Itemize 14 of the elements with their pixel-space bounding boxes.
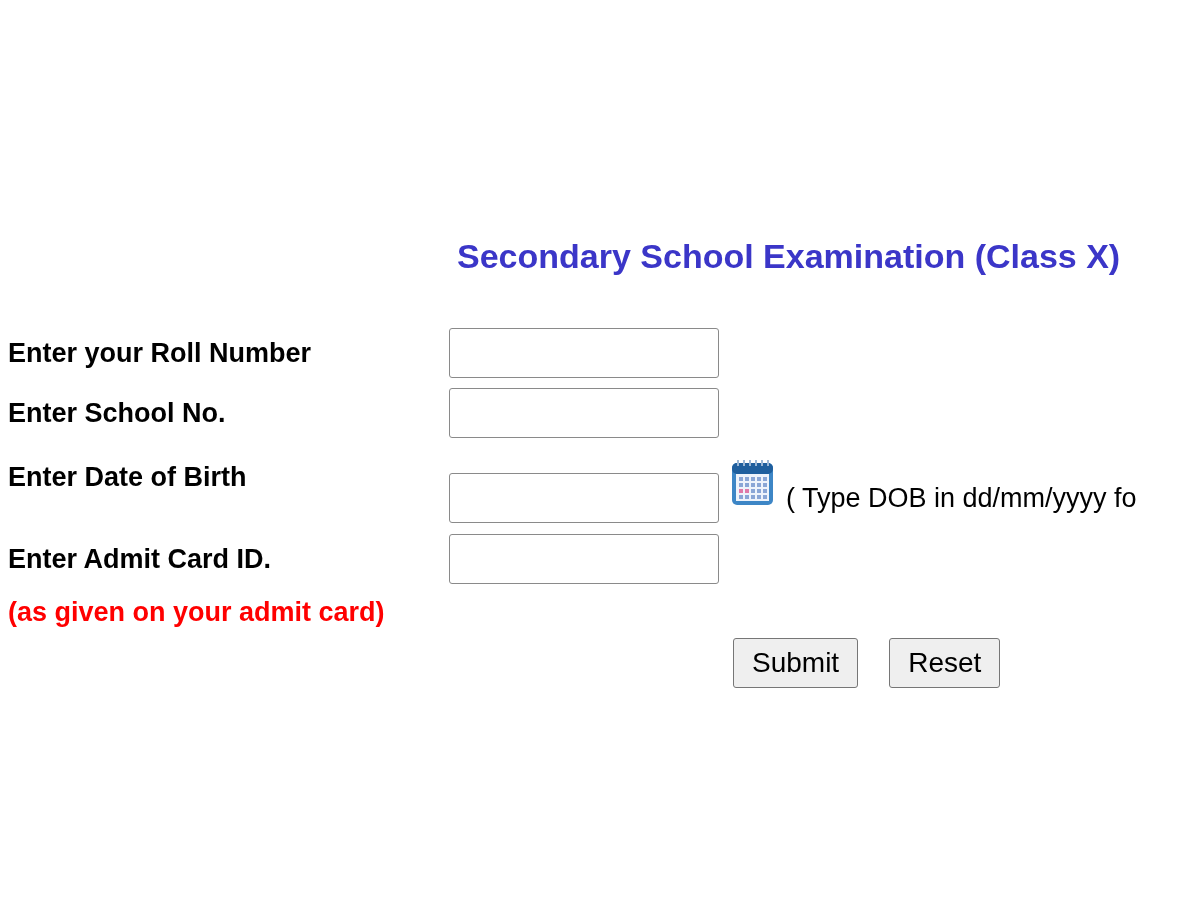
calendar-icon[interactable] xyxy=(731,460,774,506)
reset-button[interactable]: Reset xyxy=(889,638,1001,688)
field-label: Enter School No. xyxy=(8,398,226,428)
date-format-hint: ( Type DOB in dd/mm/yyyy fo xyxy=(786,482,1137,514)
field-label: Enter your Roll Number xyxy=(8,338,312,368)
field-label: Enter Admit Card ID. xyxy=(8,544,272,574)
input-field[interactable] xyxy=(449,328,719,378)
admit-card-note: (as given on your admit card) xyxy=(8,596,385,628)
page-title: Secondary School Examination (Class X) xyxy=(457,236,1121,276)
input-field[interactable] xyxy=(449,473,719,523)
field-label: Enter Date of Birth xyxy=(8,462,247,492)
input-field[interactable] xyxy=(449,534,719,584)
input-field[interactable] xyxy=(449,388,719,438)
submit-button[interactable]: Submit xyxy=(733,638,859,688)
